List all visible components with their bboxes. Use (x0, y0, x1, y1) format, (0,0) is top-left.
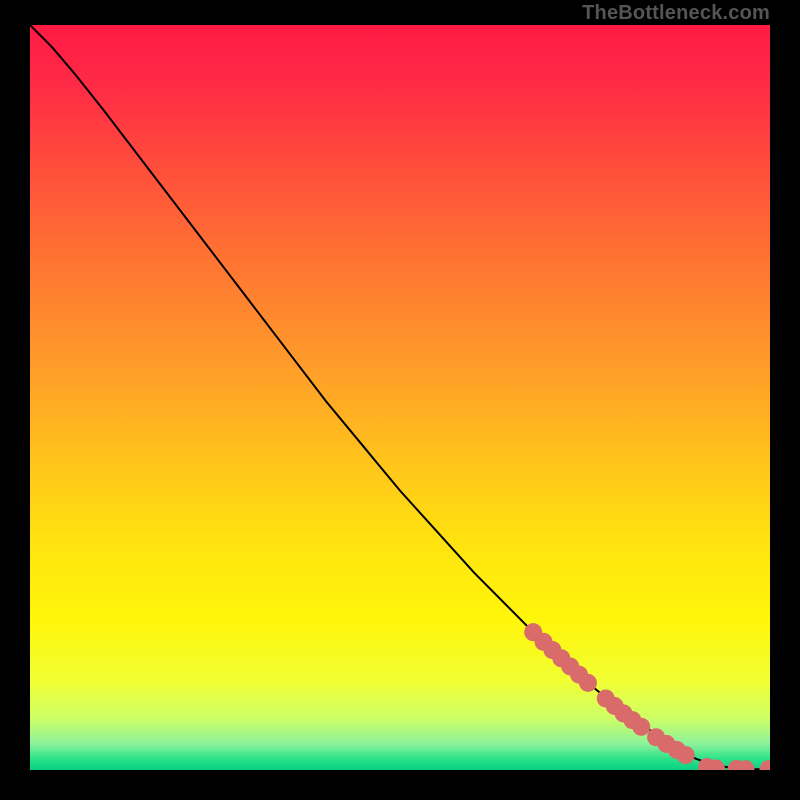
data-marker (677, 746, 695, 764)
chart-canvas: TheBottleneck.com (0, 0, 800, 800)
data-marker (579, 674, 597, 692)
plot-svg (30, 25, 770, 770)
gradient-background (30, 25, 770, 770)
data-marker (632, 718, 650, 736)
watermark-text: TheBottleneck.com (582, 2, 770, 25)
plot-area (30, 25, 770, 770)
